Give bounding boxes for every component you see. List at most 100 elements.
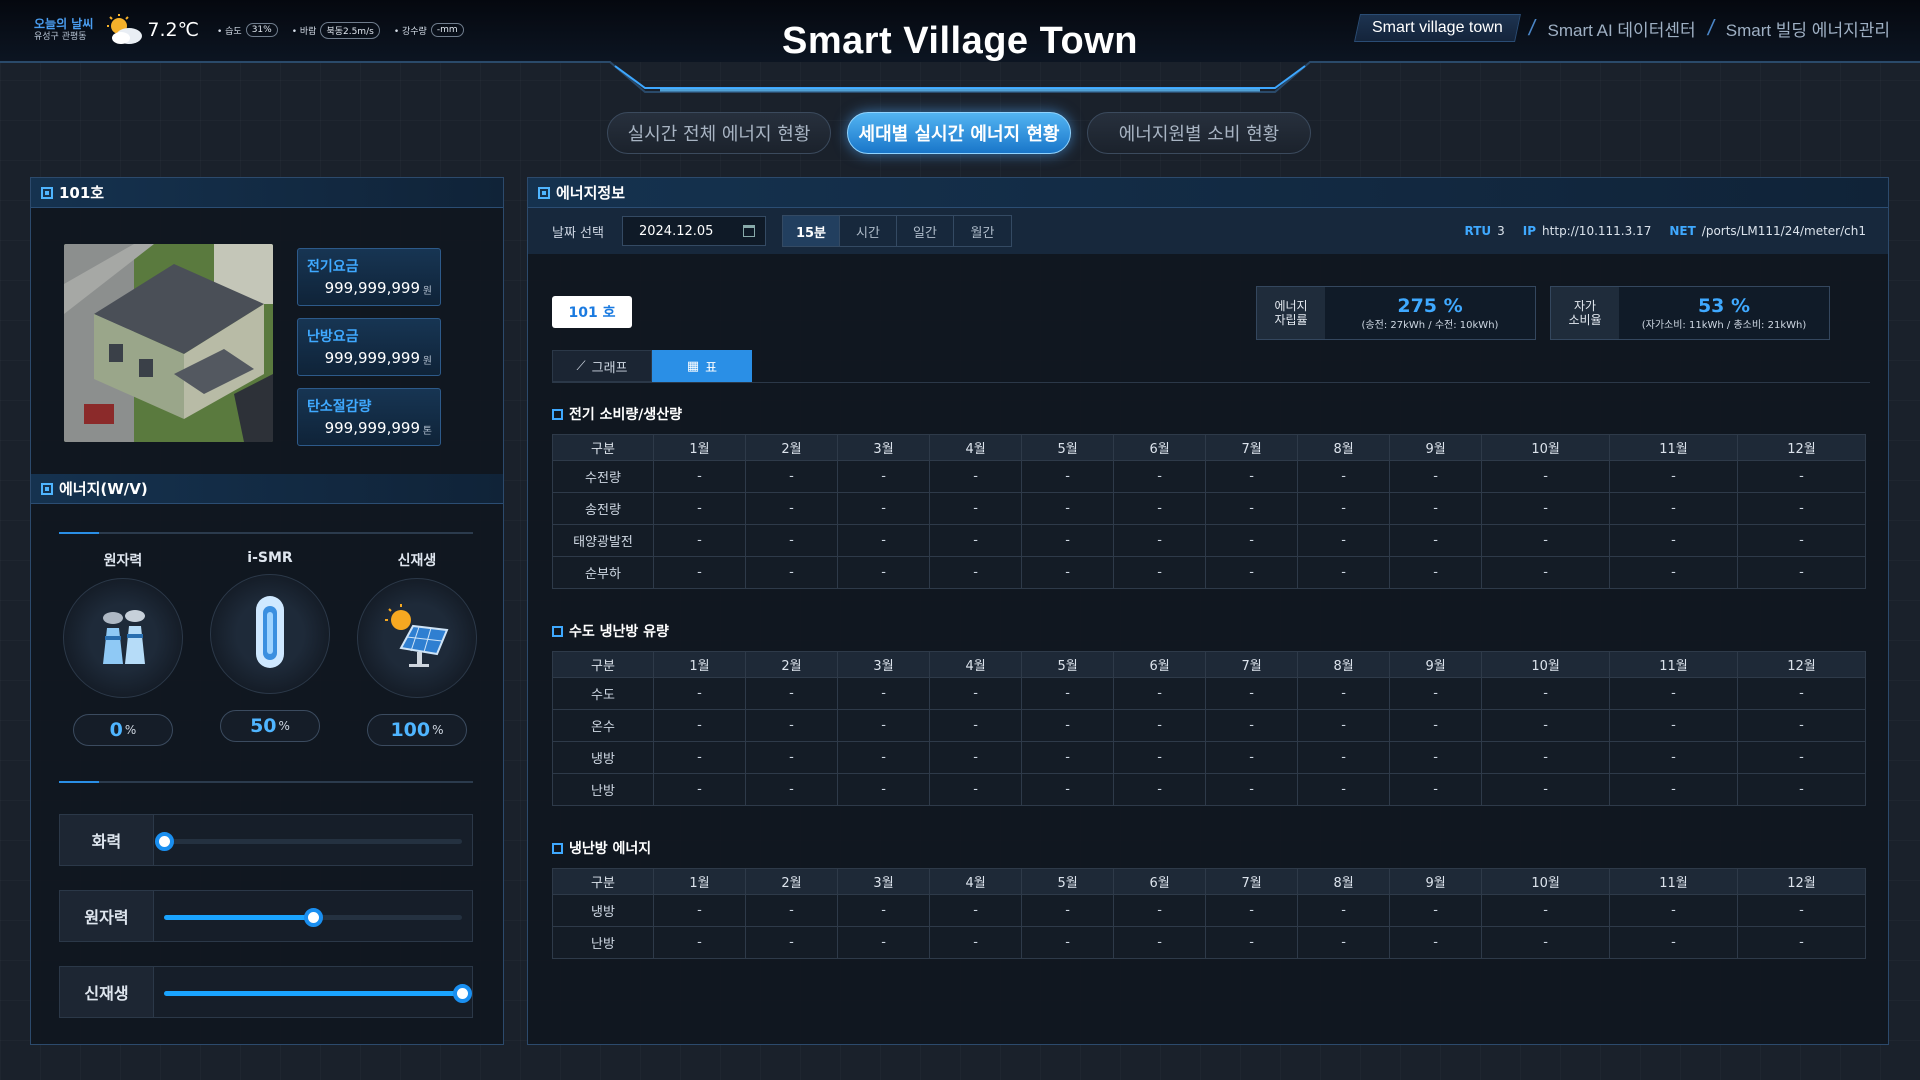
table-cell: - (1205, 556, 1299, 589)
table-cell: - (1113, 460, 1207, 493)
column-header: 4월 (929, 868, 1023, 895)
table-cell: - (652, 492, 747, 525)
table-cell: - (1389, 556, 1483, 589)
section-title: 수도 냉난방 유량 (552, 621, 1870, 641)
unit-selector-button[interactable]: 101 호 (552, 296, 632, 328)
nuclear-slider[interactable] (154, 891, 472, 941)
slider-handle[interactable] (453, 984, 472, 1003)
date-picker[interactable]: 2024.12.05 (621, 216, 766, 246)
table-cell: - (1389, 773, 1483, 806)
tab-graph[interactable]: ⟋ 그래프 (552, 350, 652, 382)
table-cell: - (1113, 556, 1207, 589)
tab-table[interactable]: ▦ 표 (652, 350, 752, 382)
table-cell: - (1021, 709, 1115, 742)
table-cell: - (1609, 773, 1738, 806)
column-header: 7월 (1205, 434, 1299, 461)
thermal-slider[interactable] (154, 815, 472, 865)
nav-smart-village[interactable]: Smart village town (1353, 14, 1521, 42)
period-day[interactable]: 일간 (897, 216, 954, 246)
period-month[interactable]: 월간 (954, 216, 1011, 246)
kpi-value: 275 % (1397, 294, 1463, 317)
table-cell: - (1297, 741, 1391, 774)
column-header: 8월 (1297, 434, 1391, 461)
column-header: 12월 (1736, 868, 1867, 895)
table-cell: - (929, 709, 1023, 742)
net-value: /ports/LM111/24/meter/ch1 (1701, 224, 1866, 238)
table-cell: - (1297, 556, 1391, 589)
column-header: 6월 (1113, 651, 1207, 678)
table-cell: - (1205, 460, 1299, 493)
nav-ai-datacenter[interactable]: Smart AI 데이터센터 (1548, 16, 1696, 41)
table-cell: - (1021, 524, 1115, 557)
table-cell: - (1297, 709, 1391, 742)
table-cell: - (1481, 524, 1611, 557)
row-label: 냉방 (552, 741, 654, 774)
table-cell: - (1736, 556, 1867, 589)
section-title: 냉난방 에너지 (552, 838, 1870, 858)
electric-fee-label: 전기요금 (307, 259, 359, 275)
left-panel: 101호 전기요금 999,999,999 원 난방요금 999,999,999… (30, 177, 504, 1045)
table-row: 난방 - - - - - - - - - - - - (552, 773, 1867, 806)
tab-household-energy[interactable]: 세대별 실시간 에너지 현황 (847, 112, 1071, 154)
energy-info-header: 에너지정보 (528, 178, 1888, 208)
nav-building-energy[interactable]: Smart 빌딩 에너지관리 (1726, 16, 1890, 41)
filter-toolbar: 날짜 선택 2024.12.05 15분 시간 일간 월간 RTU 3 IP htt… (528, 208, 1888, 254)
slider-handle[interactable] (304, 908, 323, 927)
table-cell: - (929, 460, 1023, 493)
slider-renewable: 신재생 (59, 966, 473, 1018)
heating-fee-label: 난방요금 (307, 329, 359, 345)
table-cell: - (1609, 524, 1738, 557)
table-cell: - (1297, 492, 1391, 525)
column-header: 구분 (552, 651, 654, 678)
row-label: 수도 (552, 677, 654, 710)
table-cell: - (745, 926, 839, 959)
table-cell: - (1113, 709, 1207, 742)
electric-fee-value: 999,999,999 (324, 279, 420, 297)
tab-total-energy[interactable]: 실시간 전체 에너지 현황 (607, 112, 831, 154)
table-cell: - (1481, 741, 1611, 774)
column-header: 5월 (1021, 868, 1115, 895)
column-header: 5월 (1021, 651, 1115, 678)
table-cell: - (837, 524, 931, 557)
table-cell: - (652, 460, 747, 493)
column-header: 11월 (1609, 434, 1738, 461)
kpi-label: 자가 소비율 (1551, 287, 1619, 339)
column-header: 5월 (1021, 434, 1115, 461)
column-header: 6월 (1113, 434, 1207, 461)
table-cell: - (652, 926, 747, 959)
table-cell: - (1481, 773, 1611, 806)
table-cell: - (837, 709, 931, 742)
row-label: 온수 (552, 709, 654, 742)
table-cell: - (1389, 524, 1483, 557)
table-cell: - (1481, 460, 1611, 493)
table-cell: - (1297, 460, 1391, 493)
table-cell: - (837, 894, 931, 927)
slider-nuclear: 원자력 (59, 890, 473, 942)
table-cell: - (837, 677, 931, 710)
column-header: 12월 (1736, 434, 1867, 461)
main-tabs: 실시간 전체 에너지 현황 세대별 실시간 에너지 현황 에너지원별 소비 현황 (607, 112, 1311, 154)
table-cell: - (1609, 709, 1738, 742)
column-header: 1월 (652, 868, 747, 895)
column-header: 10월 (1481, 651, 1611, 678)
period-15min[interactable]: 15분 (782, 216, 840, 246)
chip-icon (41, 482, 53, 495)
column-header: 4월 (929, 651, 1023, 678)
table-cell: - (1021, 492, 1115, 525)
column-header: 9월 (1389, 434, 1483, 461)
carbon-reduction-card: 탄소절감량 999,999,999 톤 (297, 388, 441, 446)
slider-handle[interactable] (155, 832, 174, 851)
table-cell: - (1297, 524, 1391, 557)
column-header: 6월 (1113, 868, 1207, 895)
period-hour[interactable]: 시간 (840, 216, 897, 246)
table-cell: - (745, 556, 839, 589)
unit-header: 101호 (31, 178, 503, 208)
table-cell: - (652, 709, 747, 742)
table-cell: - (1205, 677, 1299, 710)
table-cell: - (1736, 677, 1867, 710)
energy-independence-kpi: 에너지 자립률 275 % (송전: 27kWh / 수전: 10kWh) (1256, 286, 1536, 340)
column-header: 2월 (745, 651, 839, 678)
renewable-slider[interactable] (154, 967, 472, 1017)
tab-source-consumption[interactable]: 에너지원별 소비 현황 (1087, 112, 1311, 154)
table-cell: - (1205, 773, 1299, 806)
